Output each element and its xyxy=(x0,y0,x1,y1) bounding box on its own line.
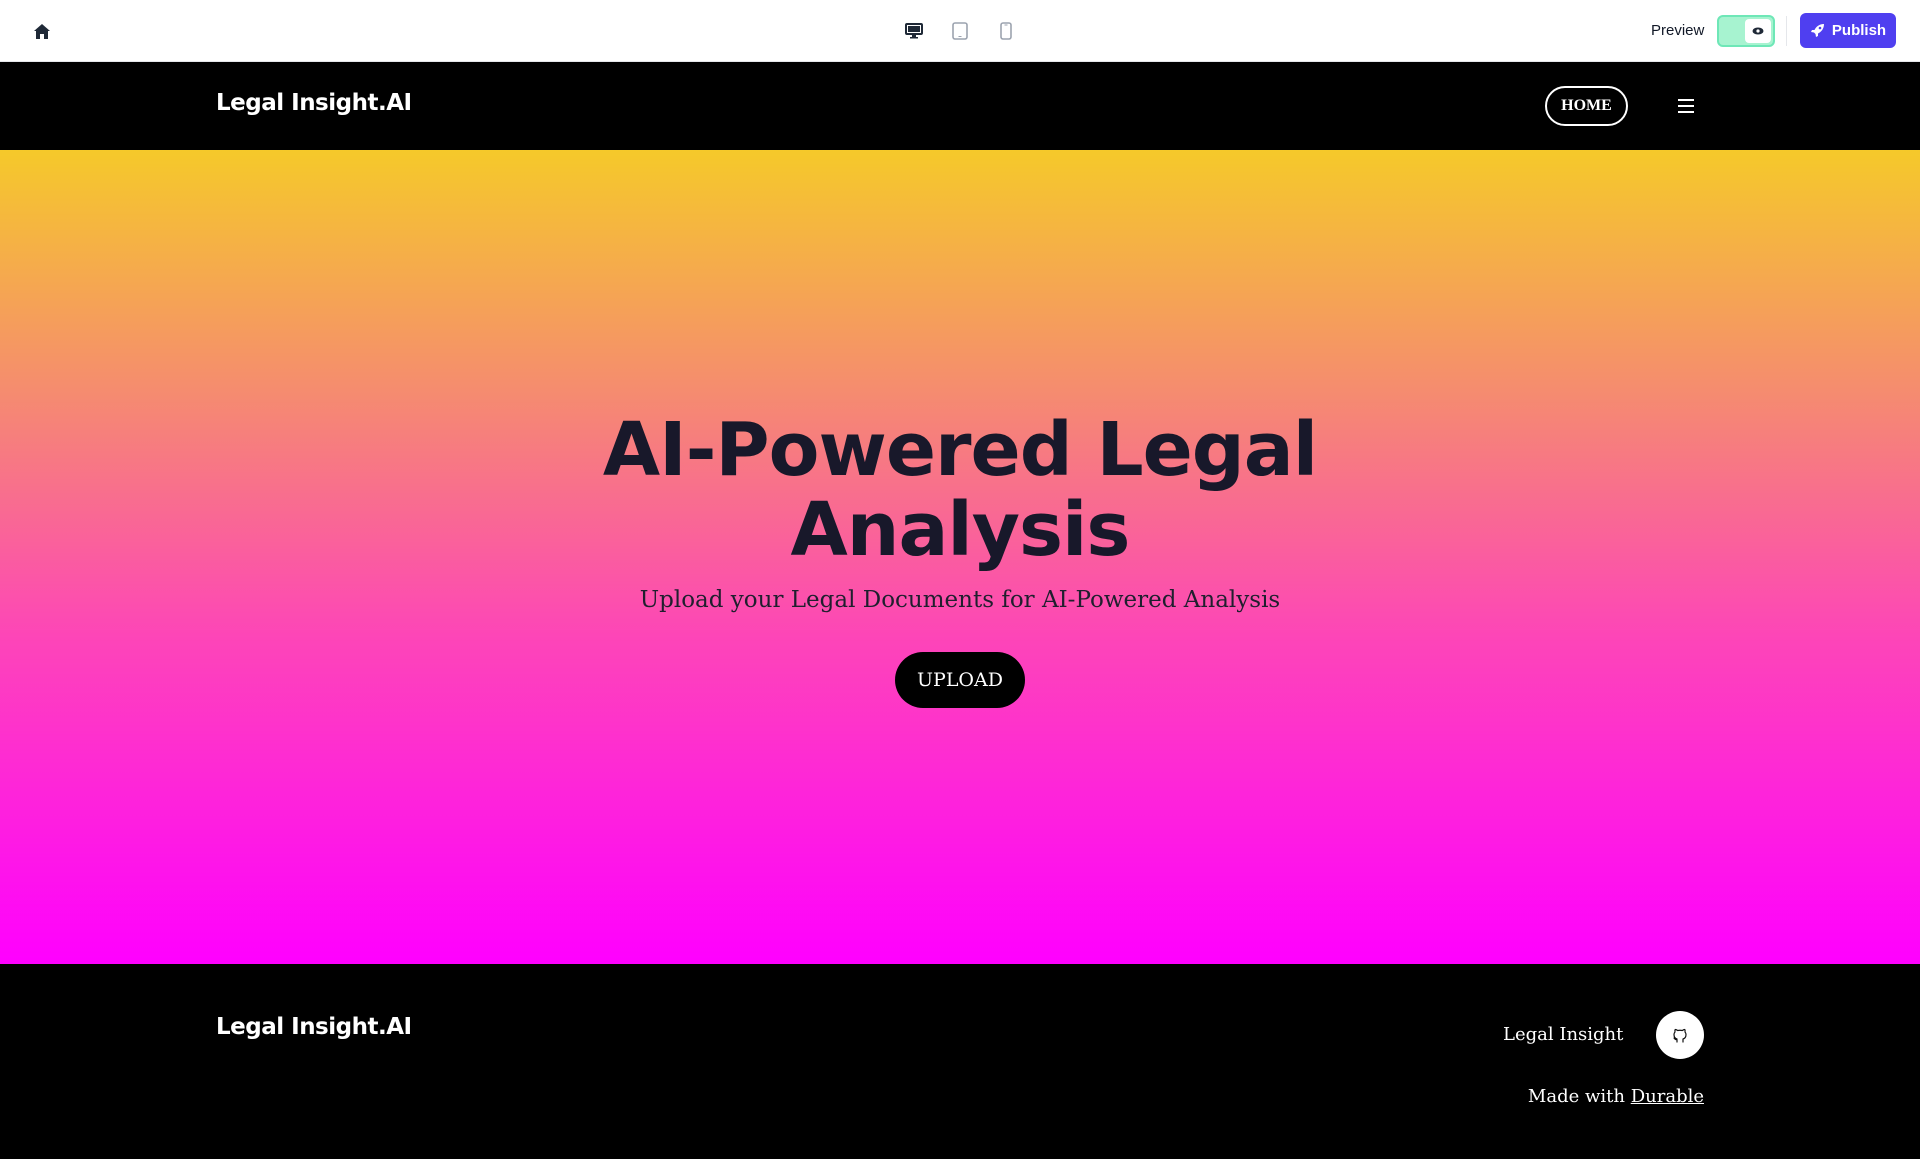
preview-toggle[interactable] xyxy=(1717,15,1775,47)
toolbar-divider xyxy=(1786,16,1787,46)
editor-toolbar: Preview Publish xyxy=(0,0,1920,62)
footer-logo[interactable]: Legal Insight.AI xyxy=(216,1014,412,1040)
hero-subtitle: Upload your Legal Documents for AI-Power… xyxy=(639,587,1281,613)
device-switcher xyxy=(900,17,1020,45)
preview-label: Preview xyxy=(1651,22,1705,39)
tablet-icon[interactable] xyxy=(946,17,974,45)
eye-icon xyxy=(1745,19,1771,43)
mobile-icon[interactable] xyxy=(992,17,1020,45)
github-icon[interactable] xyxy=(1656,1011,1704,1059)
hero-section: AI-Powered Legal Analysis Upload your Le… xyxy=(0,150,1920,964)
hero-title: AI-Powered Legal Analysis xyxy=(602,407,1318,573)
made-with-text: Made with xyxy=(1527,1086,1625,1107)
site-header: Legal Insight.AI HOME xyxy=(0,62,1920,150)
footer-business-name: Legal Insight xyxy=(1503,1024,1624,1045)
nav-home-button[interactable]: HOME xyxy=(1545,86,1628,126)
publish-button[interactable]: Publish xyxy=(1800,13,1896,48)
made-with-credit: Made with Durable xyxy=(1528,1086,1704,1107)
site-footer: Legal Insight.AI Legal Insight Made with… xyxy=(0,964,1920,1159)
hamburger-menu-icon[interactable] xyxy=(1674,94,1698,118)
durable-link[interactable]: Durable xyxy=(1631,1086,1704,1107)
site-logo[interactable]: Legal Insight.AI xyxy=(216,90,412,116)
home-icon[interactable] xyxy=(30,19,54,43)
upload-button[interactable]: UPLOAD xyxy=(895,652,1025,708)
rocket-icon xyxy=(1810,24,1824,37)
desktop-icon[interactable] xyxy=(900,17,928,45)
publish-label: Publish xyxy=(1831,22,1887,39)
